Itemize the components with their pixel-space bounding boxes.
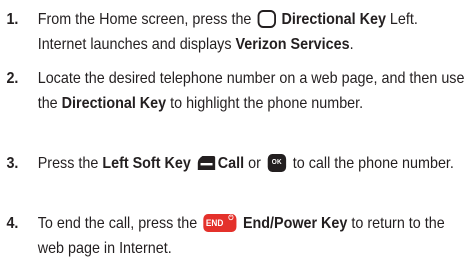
end-power-key-icon: END ⏻ bbox=[203, 213, 237, 232]
step-4: 4. To end the call, press the END ⏻ End/P… bbox=[0, 211, 445, 261]
left-soft-key-label: Left Soft Key bbox=[102, 155, 191, 172]
step-text: Locate the desired telephone number on a… bbox=[37, 70, 465, 112]
step-number: 1. bbox=[6, 11, 19, 28]
instruction-steps: 1. From the Home screen, press the Direc… bbox=[0, 0, 473, 268]
end-power-key-label: End/Power Key bbox=[242, 215, 348, 232]
step-2: 2. Locate the desired telephone number o… bbox=[0, 66, 464, 116]
ok-key-icon: OK bbox=[267, 153, 287, 172]
step-1: 1. From the Home screen, press the Direc… bbox=[0, 7, 435, 57]
step-text: Press the Left Soft Key Call or OK to ca… bbox=[37, 153, 454, 172]
directional-key-icon bbox=[257, 9, 276, 28]
directional-key-label: Directional Key bbox=[281, 11, 386, 28]
step-number: 4. bbox=[6, 215, 19, 232]
step-text: To end the call, press the END ⏻ End/Powe… bbox=[37, 213, 445, 257]
step-3: 3. Press the Left Soft Key Call or OK to… bbox=[0, 151, 454, 176]
call-label: Call bbox=[217, 155, 245, 172]
end-key-label: END bbox=[205, 217, 224, 228]
step-number: 2. bbox=[6, 70, 19, 87]
step-number: 3. bbox=[6, 155, 19, 172]
left-soft-key-icon bbox=[197, 155, 216, 170]
step-text: From the Home screen, press the Directio… bbox=[37, 9, 418, 53]
power-icon: ⏻ bbox=[228, 214, 234, 222]
directional-key-label: Directional Key bbox=[61, 95, 167, 112]
verizon-services-label: Verizon Services bbox=[235, 36, 350, 53]
